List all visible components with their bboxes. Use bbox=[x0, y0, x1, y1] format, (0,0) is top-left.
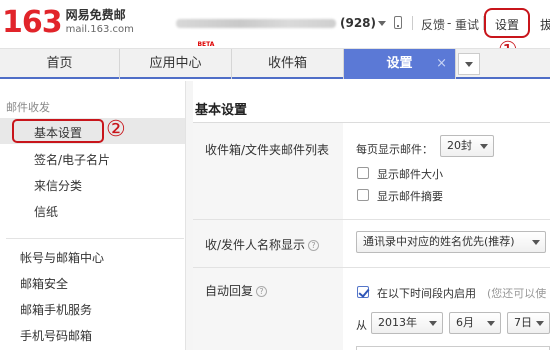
logo-domain: mail.163.com bbox=[65, 24, 134, 35]
row-label-mail-list: 收件箱/文件夹邮件列表 bbox=[205, 143, 330, 157]
logo-number: 163 bbox=[2, 5, 63, 40]
tab-inbox[interactable]: 收件箱 bbox=[232, 49, 344, 79]
tab-menu-dropdown-icon[interactable] bbox=[458, 53, 480, 75]
year-select[interactable]: 2013年 bbox=[371, 312, 443, 334]
show-size-checkbox[interactable] bbox=[357, 167, 369, 179]
show-size-label: 显示邮件大小 bbox=[377, 168, 443, 181]
feedback-link[interactable]: 反馈 bbox=[421, 16, 445, 33]
chevron-down-icon bbox=[480, 144, 488, 149]
row-label-auto-reply: 自动回复? bbox=[205, 282, 268, 299]
close-icon[interactable]: × bbox=[436, 49, 447, 79]
tab-settings[interactable]: 设置 × bbox=[344, 49, 456, 79]
sidebar-item-signature[interactable]: 签名/电子名片 bbox=[34, 151, 110, 168]
settings-main: 基本设置 收件箱/文件夹邮件列表 每页显示邮件： 20封 显示邮件大小 显示邮件… bbox=[193, 81, 550, 350]
link-separator: - bbox=[447, 16, 452, 30]
mail-count[interactable]: (928) bbox=[340, 16, 376, 30]
show-summary-checkbox[interactable] bbox=[357, 189, 369, 201]
row-label-text: 自动回复 bbox=[205, 284, 254, 298]
annotation-number-2: ② bbox=[106, 117, 126, 142]
tab-app-center[interactable]: 应用中心 BETA bbox=[120, 41, 232, 79]
settings-link[interactable]: 设置 bbox=[495, 16, 519, 33]
chevron-down-icon bbox=[487, 321, 495, 326]
tab-bar: 首页 应用中心 BETA 收件箱 设置 × bbox=[0, 41, 550, 79]
row-label-background bbox=[193, 268, 343, 350]
auto-reply-enable-checkbox[interactable] bbox=[357, 286, 369, 298]
auto-reply-textarea[interactable] bbox=[356, 346, 550, 350]
auto-reply-enable-label: 在以下时间段内启用 bbox=[377, 287, 476, 300]
divider bbox=[412, 16, 413, 30]
chevron-down-icon bbox=[536, 321, 544, 326]
auto-reply-hint: (您还可以使 bbox=[487, 287, 547, 300]
from-label: 从 bbox=[356, 319, 367, 332]
beta-badge: BETA bbox=[197, 41, 215, 48]
per-page-select[interactable]: 20封 bbox=[440, 135, 494, 157]
row-label-background bbox=[193, 123, 343, 219]
sidebar-item-mobile-service[interactable]: 邮箱手机服务 bbox=[20, 301, 92, 318]
tab-label: 收件箱 bbox=[267, 56, 307, 71]
blurred-user-address bbox=[176, 19, 336, 28]
sidebar-splitter[interactable] bbox=[185, 81, 193, 350]
tab-label: 首页 bbox=[46, 56, 73, 71]
year-value: 2013年 bbox=[378, 316, 417, 329]
sidebar-group-mail: 邮件收发 bbox=[6, 101, 50, 114]
sidebar-item-basic-settings[interactable]: 基本设置 bbox=[34, 124, 82, 141]
month-value: 6月 bbox=[456, 316, 474, 329]
name-display-select[interactable]: 通讯录中对应的姓名优先(推荐) bbox=[356, 231, 546, 253]
logo-name: 网易免费邮 bbox=[65, 8, 126, 22]
day-value: 7日 bbox=[514, 316, 532, 329]
day-select[interactable]: 7日 bbox=[507, 312, 550, 334]
exit-link[interactable]: 拔 bbox=[540, 16, 550, 33]
per-page-value: 20封 bbox=[447, 139, 472, 152]
sidebar-item-mail-filters[interactable]: 来信分类 bbox=[34, 177, 82, 194]
show-summary-label: 显示邮件摘要 bbox=[377, 190, 443, 203]
chevron-down-icon bbox=[429, 321, 437, 326]
row-label-text: 收/发件人名称显示 bbox=[205, 238, 306, 252]
sidebar-item-phone-number-mail[interactable]: 手机号码邮箱 bbox=[20, 327, 92, 344]
account-dropdown-icon[interactable] bbox=[378, 21, 386, 26]
tab-home[interactable]: 首页 bbox=[0, 49, 120, 79]
tab-label: 设置 bbox=[386, 56, 413, 71]
page-title: 基本设置 bbox=[195, 103, 248, 118]
help-icon[interactable]: ? bbox=[256, 286, 268, 297]
month-select[interactable]: 6月 bbox=[449, 312, 501, 334]
retry-link[interactable]: 重试 bbox=[455, 16, 479, 33]
sidebar-divider bbox=[6, 238, 184, 239]
row-label-name-display: 收/发件人名称显示? bbox=[205, 236, 320, 253]
sidebar-item-account-center[interactable]: 帐号与邮箱中心 bbox=[20, 249, 104, 266]
tab-label: 应用中心 bbox=[149, 56, 202, 71]
help-icon[interactable]: ? bbox=[308, 240, 320, 251]
per-page-label: 每页显示邮件： bbox=[356, 143, 433, 156]
mobile-phone-icon[interactable] bbox=[394, 16, 402, 29]
sidebar-item-stationery[interactable]: 信纸 bbox=[34, 203, 58, 220]
sidebar-item-mail-security[interactable]: 邮箱安全 bbox=[20, 275, 68, 292]
header: 163 网易免费邮 mail.163.com (928) 反馈 - 重试 设置 … bbox=[0, 0, 550, 62]
logo[interactable]: 163 网易免费邮 mail.163.com bbox=[2, 8, 134, 38]
chevron-down-icon bbox=[532, 240, 540, 245]
settings-sidebar: 邮件收发 基本设置 ② 签名/电子名片 来信分类 信纸 帐号与邮箱中心 邮箱安全… bbox=[0, 81, 185, 350]
name-display-value: 通讯录中对应的姓名优先(推荐) bbox=[363, 235, 515, 248]
